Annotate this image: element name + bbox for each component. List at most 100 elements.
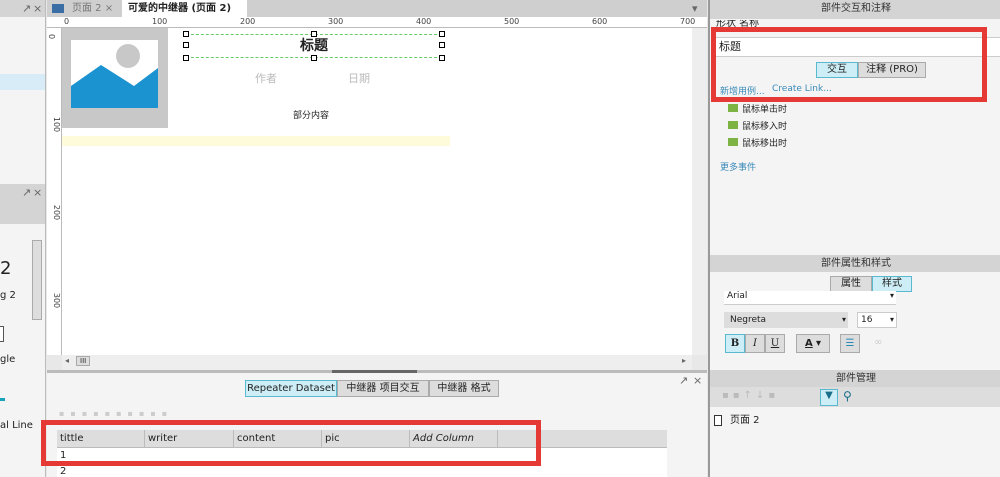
- italic-button[interactable]: I: [745, 334, 765, 353]
- widget-label: al Line: [0, 420, 33, 431]
- canvas[interactable]: 标题 作者 日期 部分内容: [62, 28, 692, 355]
- vertical-ruler: 0 100 200 300: [47, 28, 62, 355]
- tab-properties[interactable]: 属性: [830, 276, 872, 292]
- scroll-thumb[interactable]: III: [76, 356, 91, 366]
- tab-label: 可爱的中继器 (页面 2): [128, 3, 232, 14]
- bullet-list-button[interactable]: ☰: [840, 334, 860, 353]
- ruler-label: 400: [416, 17, 432, 26]
- selection-handle[interactable]: [183, 42, 189, 48]
- event-item[interactable]: 鼠标单击时: [728, 102, 787, 115]
- font-size-value: 16: [861, 315, 873, 325]
- font-color-button[interactable]: A ▾: [796, 334, 830, 353]
- date-text[interactable]: 日期: [348, 70, 370, 86]
- ruler-label: 300: [328, 17, 344, 26]
- widget-label: 2: [0, 258, 12, 279]
- dataset-toolbar: ▪▪▪▪▪▪▪▪▪▪: [59, 409, 174, 418]
- ruler-label: 600: [592, 17, 608, 26]
- close-icon[interactable]: ×: [693, 374, 702, 387]
- ruler-label: 200: [52, 204, 62, 221]
- ruler-label: 200: [240, 17, 256, 26]
- event-item[interactable]: 鼠标移入时: [728, 119, 787, 132]
- event-item[interactable]: 鼠标移出时: [728, 136, 787, 149]
- selection-handle[interactable]: [311, 55, 317, 61]
- chevron-down-icon: ▾: [889, 315, 894, 324]
- font-family-select[interactable]: Arial ▾: [724, 291, 896, 305]
- content-text[interactable]: 部分内容: [293, 108, 329, 121]
- horizontal-scrollbar[interactable]: ◂ III ▸: [62, 355, 692, 370]
- chevron-down-icon: ▾: [889, 291, 894, 300]
- selection-handle[interactable]: [439, 55, 445, 61]
- widget-label: g 2: [0, 290, 16, 301]
- tab-repeater-dataset[interactable]: Repeater Dataset: [245, 380, 337, 397]
- event-label: 鼠标单击时: [742, 105, 788, 115]
- ruler-label: 0: [64, 17, 70, 26]
- filter-button[interactable]: ▼: [820, 389, 838, 406]
- interactions-header: 部件交互和注释: [710, 0, 1000, 19]
- ruler-label: 500: [504, 17, 520, 26]
- selection-handle[interactable]: [183, 31, 189, 37]
- chevron-down-icon: ▾: [841, 315, 846, 324]
- tab-repeater-interactions[interactable]: 中继器 项目交互: [337, 380, 429, 397]
- left-panel: ↗ × ↗ × 2 g 2 gle al Line: [0, 0, 46, 477]
- more-events-link[interactable]: 更多事件: [720, 160, 756, 173]
- tab-repeater[interactable]: 可爱的中继器 (页面 2) ×: [122, 0, 247, 31]
- event-icon: [728, 104, 738, 112]
- ruler-label: 0: [47, 33, 57, 40]
- font-size-select[interactable]: 16 ▾: [857, 312, 897, 328]
- font-family-value: Arial: [727, 291, 748, 301]
- toolbar-icons: ▪▪↑↓▪: [722, 390, 780, 401]
- horizontal-ruler: 0 100 200 300 400 500 600 700: [47, 17, 707, 28]
- bold-button[interactable]: B: [725, 334, 745, 353]
- scroll-left-icon[interactable]: ◂: [65, 356, 69, 365]
- close-icon[interactable]: ×: [33, 186, 42, 199]
- tab-style[interactable]: 样式: [872, 276, 912, 292]
- sitemap-icon: [52, 4, 64, 13]
- widget-label: gle: [0, 354, 16, 365]
- font-weight-select[interactable]: Negreta ▾: [724, 312, 848, 328]
- outline-header: 部件管理: [710, 370, 1000, 387]
- underline-button[interactable]: U: [765, 334, 785, 353]
- ruler-label: 700: [680, 17, 696, 26]
- selection-handle[interactable]: [439, 31, 445, 37]
- scroll-right-icon[interactable]: ▸: [682, 356, 686, 365]
- tab-repeater-style[interactable]: 中继器 格式: [429, 380, 499, 397]
- tab-page-2[interactable]: 页面 2 ×: [66, 0, 119, 17]
- image-icon: [71, 40, 158, 108]
- pin-icon[interactable]: ↗: [22, 186, 31, 199]
- pin-icon[interactable]: ↗: [22, 2, 31, 15]
- page-label: 页面 2: [730, 415, 760, 426]
- tab-menu-icon[interactable]: ▾: [692, 2, 698, 15]
- table-row[interactable]: 2: [60, 466, 66, 477]
- event-label: 鼠标移入时: [742, 122, 788, 132]
- highlight-box: [711, 27, 987, 102]
- tab-label: 页面 2: [72, 3, 102, 14]
- ruler-label: 300: [52, 292, 62, 309]
- font-weight-value: Negreta: [730, 315, 767, 325]
- event-icon: [728, 121, 738, 129]
- font-color-icon: A: [805, 338, 813, 349]
- author-text[interactable]: 作者: [255, 70, 277, 86]
- close-icon[interactable]: ×: [105, 3, 113, 14]
- event-label: 鼠标移出时: [742, 139, 788, 149]
- ruler-label: 100: [52, 116, 62, 133]
- line-widget-icon[interactable]: [0, 398, 5, 401]
- selection-handle[interactable]: [439, 42, 445, 48]
- highlight-box: [41, 420, 541, 466]
- ruler-label: 100: [152, 17, 168, 26]
- search-icon[interactable]: ⚲: [843, 389, 852, 403]
- page-icon: [714, 414, 722, 426]
- outline-page-item[interactable]: 页面 2: [714, 411, 760, 426]
- scrollbar[interactable]: [32, 240, 42, 320]
- link-icon: ∞: [874, 337, 883, 348]
- selection-handle[interactable]: [311, 31, 317, 37]
- rectangle-widget-icon[interactable]: [0, 326, 4, 342]
- style-header: 部件属性和样式: [710, 255, 1000, 272]
- close-icon[interactable]: ×: [33, 2, 42, 15]
- pin-icon[interactable]: ↗: [679, 374, 688, 387]
- event-icon: [728, 138, 738, 146]
- image-placeholder[interactable]: [62, 28, 168, 128]
- vertical-scrollbar[interactable]: [692, 28, 707, 355]
- repeater-highlight: [62, 136, 450, 146]
- selection-handle[interactable]: [183, 55, 189, 61]
- selected-page-row[interactable]: [0, 74, 45, 90]
